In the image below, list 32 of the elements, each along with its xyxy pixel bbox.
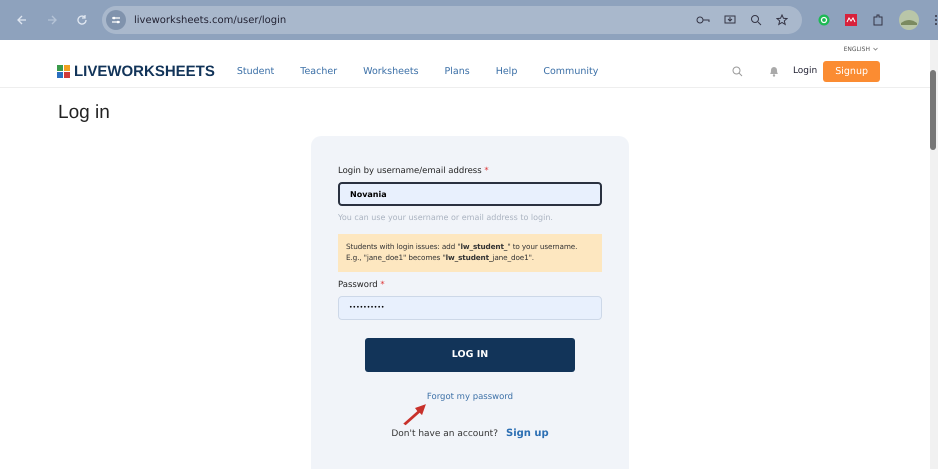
- star-icon[interactable]: [776, 14, 788, 26]
- nav-link[interactable]: Teacher: [300, 66, 338, 76]
- nav-link[interactable]: Student: [236, 66, 274, 76]
- search-icon[interactable]: [732, 66, 743, 76]
- login-button[interactable]: LOG IN: [365, 338, 575, 372]
- puzzle-icon[interactable]: [872, 14, 884, 26]
- logo-text[interactable]: LIVEWORKSHEETS: [74, 62, 215, 80]
- nav-link[interactable]: Help: [496, 66, 518, 76]
- nav-link[interactable]: Plans: [444, 66, 470, 76]
- field-label: Login by username/email address *: [338, 166, 490, 176]
- zoom-icon[interactable]: [750, 14, 762, 26]
- extension-icon[interactable]: [818, 14, 830, 26]
- page-title: Log in: [58, 102, 111, 124]
- menu-icon[interactable]: [934, 14, 938, 26]
- signup-prompt: Don't have an account?: [391, 428, 498, 439]
- nav-link[interactable]: Community: [543, 66, 598, 76]
- logo-icon: [57, 64, 70, 78]
- username-field[interactable]: Novania: [338, 182, 602, 206]
- site-settings-icon[interactable]: [106, 10, 126, 30]
- key-icon[interactable]: [696, 15, 710, 25]
- signup-link[interactable]: Sign up: [506, 428, 549, 439]
- chevron-down-icon[interactable]: [873, 47, 878, 51]
- forgot-password-link[interactable]: Forgot my password: [426, 392, 514, 402]
- login-link[interactable]: Login: [792, 66, 818, 76]
- bell-icon[interactable]: [768, 66, 779, 76]
- extension-icon[interactable]: [845, 14, 857, 26]
- url-text: liveworksheets.com/user/login: [134, 14, 286, 26]
- field-hint: You can use your username or email address to login.: [338, 213, 554, 222]
- address-bar[interactable]: liveworksheets.com/user/login: [102, 6, 802, 34]
- field-label: Password *: [338, 280, 386, 290]
- install-icon[interactable]: [724, 14, 736, 26]
- nav-link[interactable]: Worksheets: [363, 66, 419, 76]
